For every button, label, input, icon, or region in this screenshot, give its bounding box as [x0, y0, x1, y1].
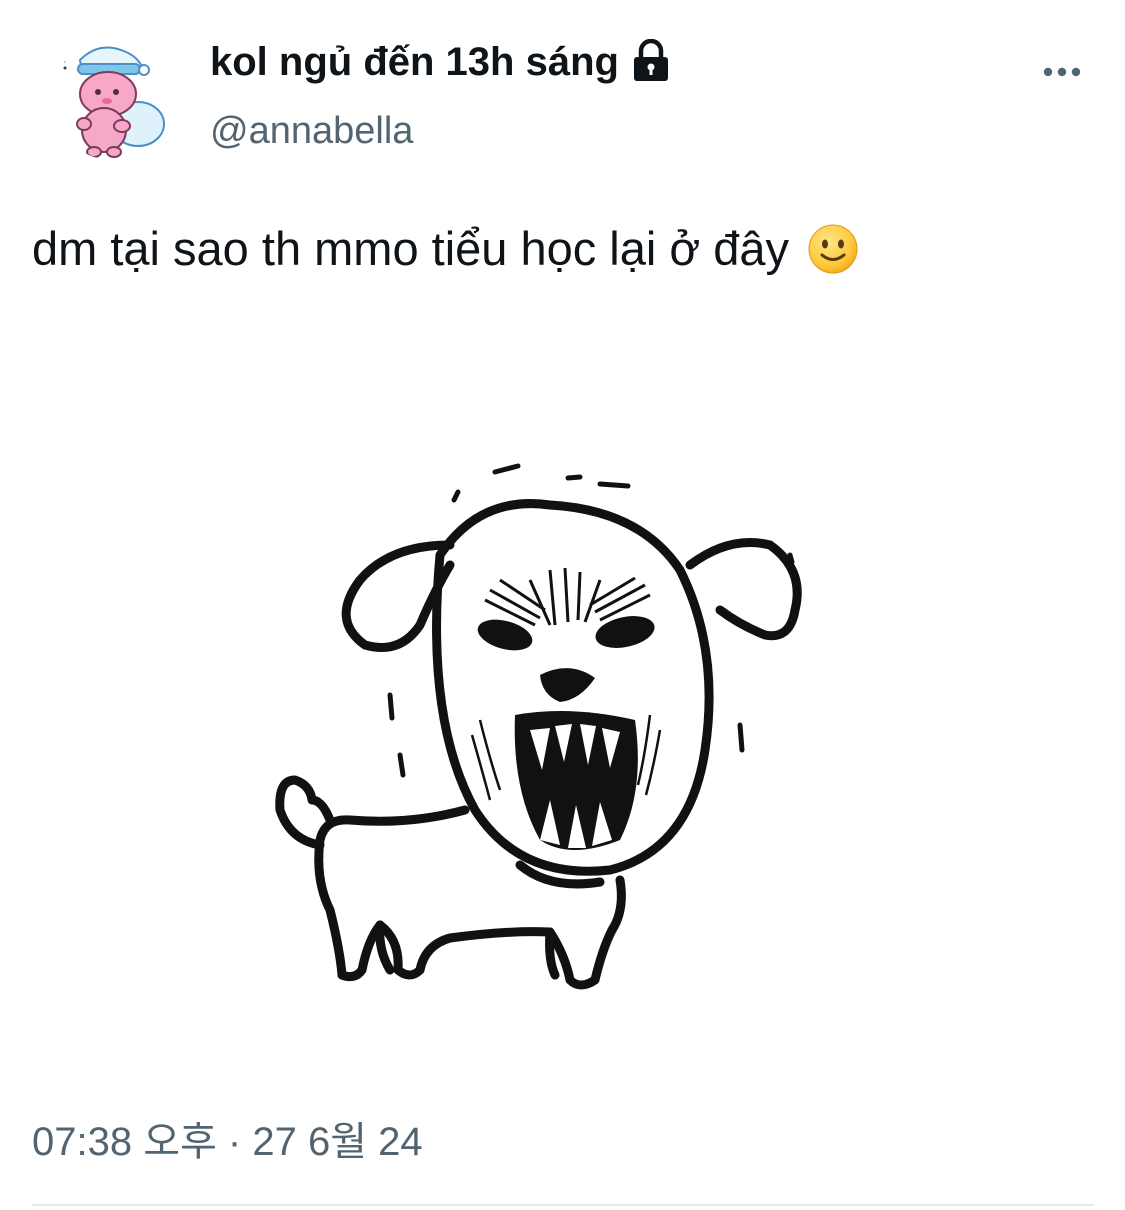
author-display-name-row[interactable]: kol ngủ đến 13h sáng — [210, 36, 671, 88]
tweet-media-image[interactable] — [250, 450, 820, 1010]
divider — [32, 1204, 1094, 1206]
lock-icon — [631, 38, 671, 83]
tweet-timestamp[interactable]: 07:38 오후 · 27 6월 24 — [32, 1116, 423, 1168]
avatar[interactable] — [52, 38, 174, 160]
author-handle[interactable]: @annabella — [210, 106, 413, 156]
angry-cartoon-dog-drawing — [275, 463, 802, 990]
more-options-button[interactable] — [1038, 52, 1086, 92]
slightly-smiling-face-emoji — [807, 223, 859, 275]
tweet-text-row: dm tại sao th mmo tiểu học lại ở đây — [32, 218, 859, 280]
tweet-text: dm tại sao th mmo tiểu học lại ở đây — [32, 222, 790, 275]
pink-character-with-pillow-avatar — [58, 46, 165, 158]
author-display-name[interactable]: kol ngủ đến 13h sáng — [210, 36, 619, 88]
more-horizontal-icon — [1043, 67, 1081, 77]
